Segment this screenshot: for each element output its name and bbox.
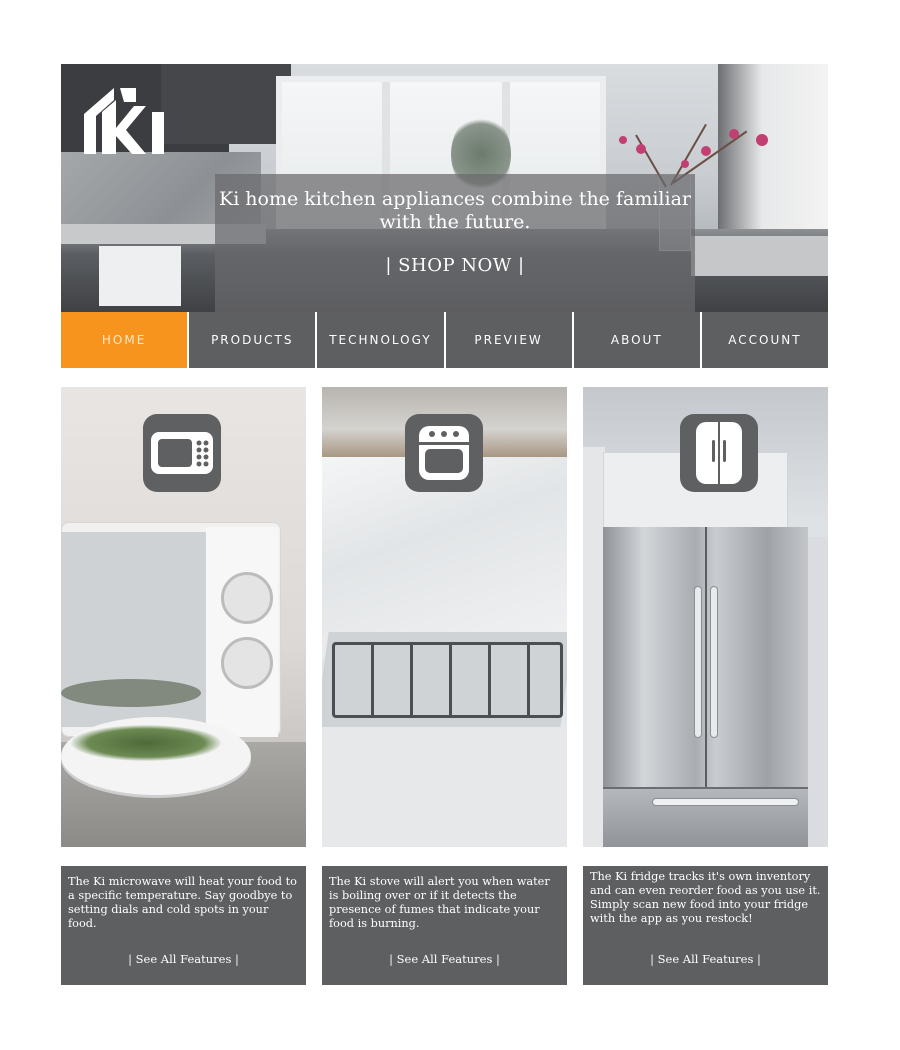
- stove-icon: [419, 426, 469, 480]
- fridge-icon-tile: [680, 414, 758, 492]
- hero-overlay: Ki home kitchen appliances combine the f…: [215, 174, 695, 312]
- microwave-icon: [151, 432, 213, 474]
- nav-item-preview[interactable]: PREVIEW: [443, 312, 572, 368]
- upper-cabinet: [161, 64, 291, 144]
- card-description: The Ki microwave will heat your food to …: [68, 875, 297, 930]
- countertop: [691, 236, 828, 276]
- stove-card: The Ki stove will alert you when water i…: [322, 866, 567, 985]
- nav-item-technology[interactable]: TECHNOLOGY: [315, 312, 444, 368]
- see-all-features-link[interactable]: | See All Features |: [583, 952, 828, 966]
- fridge-photo[interactable]: [583, 387, 828, 847]
- nav-item-home[interactable]: HOME: [61, 312, 188, 368]
- nav-item-account[interactable]: ACCOUNT: [699, 312, 829, 368]
- microwave-photo[interactable]: [61, 387, 306, 847]
- hero-tagline: Ki home kitchen appliances combine the f…: [219, 188, 691, 233]
- fridge-icon: [696, 422, 742, 484]
- fridge-card: The Ki fridge tracks it's own inventory …: [583, 866, 828, 985]
- nav-item-about[interactable]: ABOUT: [571, 312, 700, 368]
- card-description: The Ki fridge tracks it's own inventory …: [590, 870, 821, 925]
- shop-now-link[interactable]: | SHOP NOW |: [215, 255, 695, 276]
- stove-icon-tile: [405, 414, 483, 492]
- microwave-card: The Ki microwave will heat your food to …: [61, 866, 306, 985]
- nav-item-products[interactable]: PRODUCTS: [187, 312, 316, 368]
- stove-photo[interactable]: [322, 387, 567, 847]
- main-nav: HOME PRODUCTS TECHNOLOGY PREVIEW ABOUT A…: [61, 312, 829, 368]
- see-all-features-link[interactable]: | See All Features |: [61, 952, 306, 966]
- see-all-features-link[interactable]: | See All Features |: [322, 952, 567, 966]
- dishwasher: [99, 246, 181, 306]
- ki-logo[interactable]: [80, 84, 170, 160]
- card-description: The Ki stove will alert you when water i…: [329, 875, 550, 930]
- microwave-icon-tile: [143, 414, 221, 492]
